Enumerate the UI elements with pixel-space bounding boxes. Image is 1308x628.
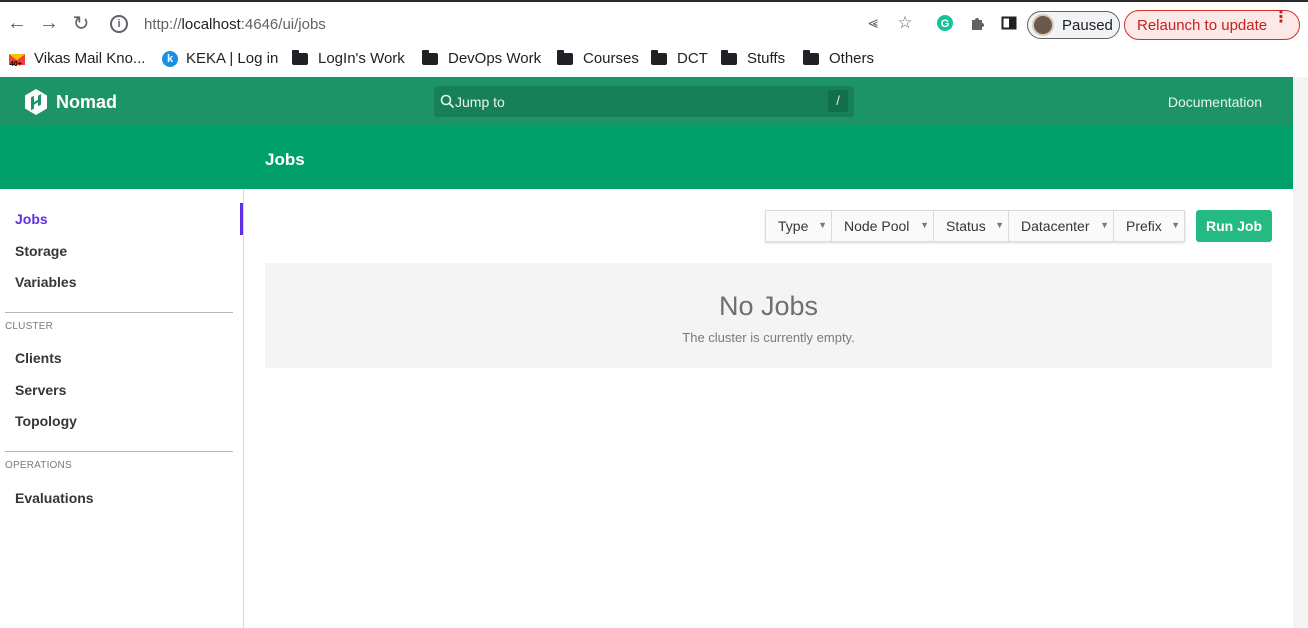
bookmark-item[interactable]: 40+ Vikas Mail Kno... <box>8 50 145 67</box>
nomad-logo-icon <box>25 89 47 115</box>
forward-icon[interactable]: → <box>36 10 62 36</box>
more-menu-icon[interactable]: ⋮ <box>1273 10 1289 26</box>
caret-down-icon: ▼ <box>920 220 929 230</box>
sidebar-heading-operations: OPERATIONS <box>5 460 72 471</box>
browser-toolbar: ← → ↻ i http://localhost:4646/ui/jobs ⪡ … <box>0 0 1308 44</box>
grammarly-icon[interactable]: G <box>934 12 956 34</box>
caret-down-icon: ▼ <box>818 220 827 230</box>
filter-label: Datacenter <box>1021 218 1090 234</box>
bookmark-folder[interactable]: Courses <box>557 49 639 67</box>
search-shortcut-key: / <box>828 90 848 112</box>
sidebar-item-evaluations[interactable]: Evaluations <box>15 490 94 506</box>
filter-label: Prefix <box>1126 218 1162 234</box>
sidebar-item-servers[interactable]: Servers <box>15 382 66 398</box>
bookmark-label: Vikas Mail Kno... <box>34 50 146 67</box>
documentation-link[interactable]: Documentation <box>1168 94 1262 110</box>
svg-text:G: G <box>941 18 950 30</box>
sidebar-divider <box>5 312 233 313</box>
share-icon[interactable]: ⪡ <box>862 12 884 34</box>
filter-node-pool[interactable]: Node Pool ▼ <box>832 211 934 241</box>
back-icon[interactable]: ← <box>4 10 30 36</box>
filter-datacenter[interactable]: Datacenter ▼ <box>1009 211 1114 241</box>
app-header: Nomad Jump to / Documentation <box>0 77 1293 126</box>
url-prefix: http:// <box>144 15 182 33</box>
relaunch-label: Relaunch to update <box>1137 16 1268 34</box>
site-info-icon[interactable]: i <box>110 15 128 33</box>
filter-label: Status <box>946 218 986 234</box>
search-icon <box>440 94 455 109</box>
caret-down-icon: ▼ <box>1100 220 1109 230</box>
sidebar-item-storage[interactable]: Storage <box>15 243 67 259</box>
bookmark-label: KEKA | Log in <box>186 50 279 67</box>
url-path: :4646/ui/jobs <box>240 15 326 33</box>
sidebar-item-variables[interactable]: Variables <box>15 274 77 290</box>
avatar <box>1032 14 1054 36</box>
bookmark-label: LogIn's Work <box>318 50 405 67</box>
filter-label: Node Pool <box>844 218 910 234</box>
active-indicator <box>240 203 243 235</box>
run-job-button[interactable]: Run Job <box>1196 210 1272 242</box>
job-filters: Type ▼ Node Pool ▼ Status ▼ Datacenter ▼… <box>765 210 1185 242</box>
address-bar[interactable]: i http://localhost:4646/ui/jobs <box>100 8 920 40</box>
scrollbar[interactable] <box>1293 77 1308 628</box>
bookmark-folder[interactable]: DCT <box>651 49 708 67</box>
folder-icon <box>557 49 573 65</box>
bookmark-folder[interactable]: Stuffs <box>721 49 786 67</box>
filter-label: Type <box>778 218 809 234</box>
svg-text:40+: 40+ <box>10 61 22 67</box>
page-header: Jobs <box>0 126 1293 189</box>
caret-down-icon: ▼ <box>995 220 1004 230</box>
profile-status: Paused <box>1062 16 1113 34</box>
bookmark-label: DevOps Work <box>448 50 542 67</box>
sidebar-item-jobs[interactable]: Jobs <box>15 211 48 227</box>
side-panel-icon[interactable] <box>998 12 1020 34</box>
folder-icon <box>651 49 667 65</box>
bookmark-folder[interactable]: DevOps Work <box>422 49 542 67</box>
reload-icon[interactable]: ↻ <box>68 10 94 36</box>
folder-icon <box>422 49 438 65</box>
nomad-logo[interactable]: Nomad <box>24 89 117 115</box>
filter-prefix[interactable]: Prefix ▼ <box>1114 211 1184 241</box>
bookmark-label: DCT <box>677 50 708 67</box>
bookmark-star-icon[interactable]: ☆ <box>894 12 916 34</box>
page-title: Jobs <box>265 150 305 169</box>
relaunch-button[interactable]: Relaunch to update ⋮ <box>1124 10 1300 40</box>
bookmark-item[interactable]: k KEKA | Log in <box>162 50 278 67</box>
bookmark-folder[interactable]: LogIn's Work <box>292 49 405 67</box>
bookmark-folder[interactable]: Others <box>803 49 875 67</box>
empty-message: The cluster is currently empty. <box>682 330 855 345</box>
search-placeholder: Jump to <box>455 93 505 110</box>
sidebar: Jobs Storage Variables CLUSTER Clients S… <box>0 189 244 628</box>
empty-state: No Jobs The cluster is currently empty. <box>265 263 1272 368</box>
jump-to-search[interactable]: Jump to / <box>434 86 854 117</box>
bookmark-label: Stuffs <box>747 50 786 67</box>
gmail-icon: 40+ <box>9 53 25 67</box>
bookmarks-bar: 40+ Vikas Mail Kno... k KEKA | Log in Lo… <box>0 44 1308 76</box>
caret-down-icon: ▼ <box>1171 220 1180 230</box>
sidebar-heading-cluster: CLUSTER <box>5 321 54 332</box>
profile-button[interactable]: Paused <box>1027 11 1120 39</box>
keka-icon: k <box>162 50 178 67</box>
folder-icon <box>721 49 737 65</box>
sidebar-divider <box>5 451 233 452</box>
bookmark-label: Courses <box>583 50 639 67</box>
empty-title: No Jobs <box>718 291 819 321</box>
extensions-icon[interactable] <box>966 12 988 34</box>
folder-icon <box>292 49 308 65</box>
sidebar-item-clients[interactable]: Clients <box>15 350 62 366</box>
bookmark-label: Others <box>829 50 875 67</box>
filter-status[interactable]: Status ▼ <box>934 211 1009 241</box>
url-host: localhost <box>181 15 241 33</box>
sidebar-item-topology[interactable]: Topology <box>15 413 77 429</box>
brand-name: Nomad <box>56 91 118 112</box>
filter-type[interactable]: Type ▼ <box>766 211 832 241</box>
folder-icon <box>803 49 819 65</box>
url-text[interactable]: http://localhost:4646/ui/jobs <box>144 16 326 33</box>
